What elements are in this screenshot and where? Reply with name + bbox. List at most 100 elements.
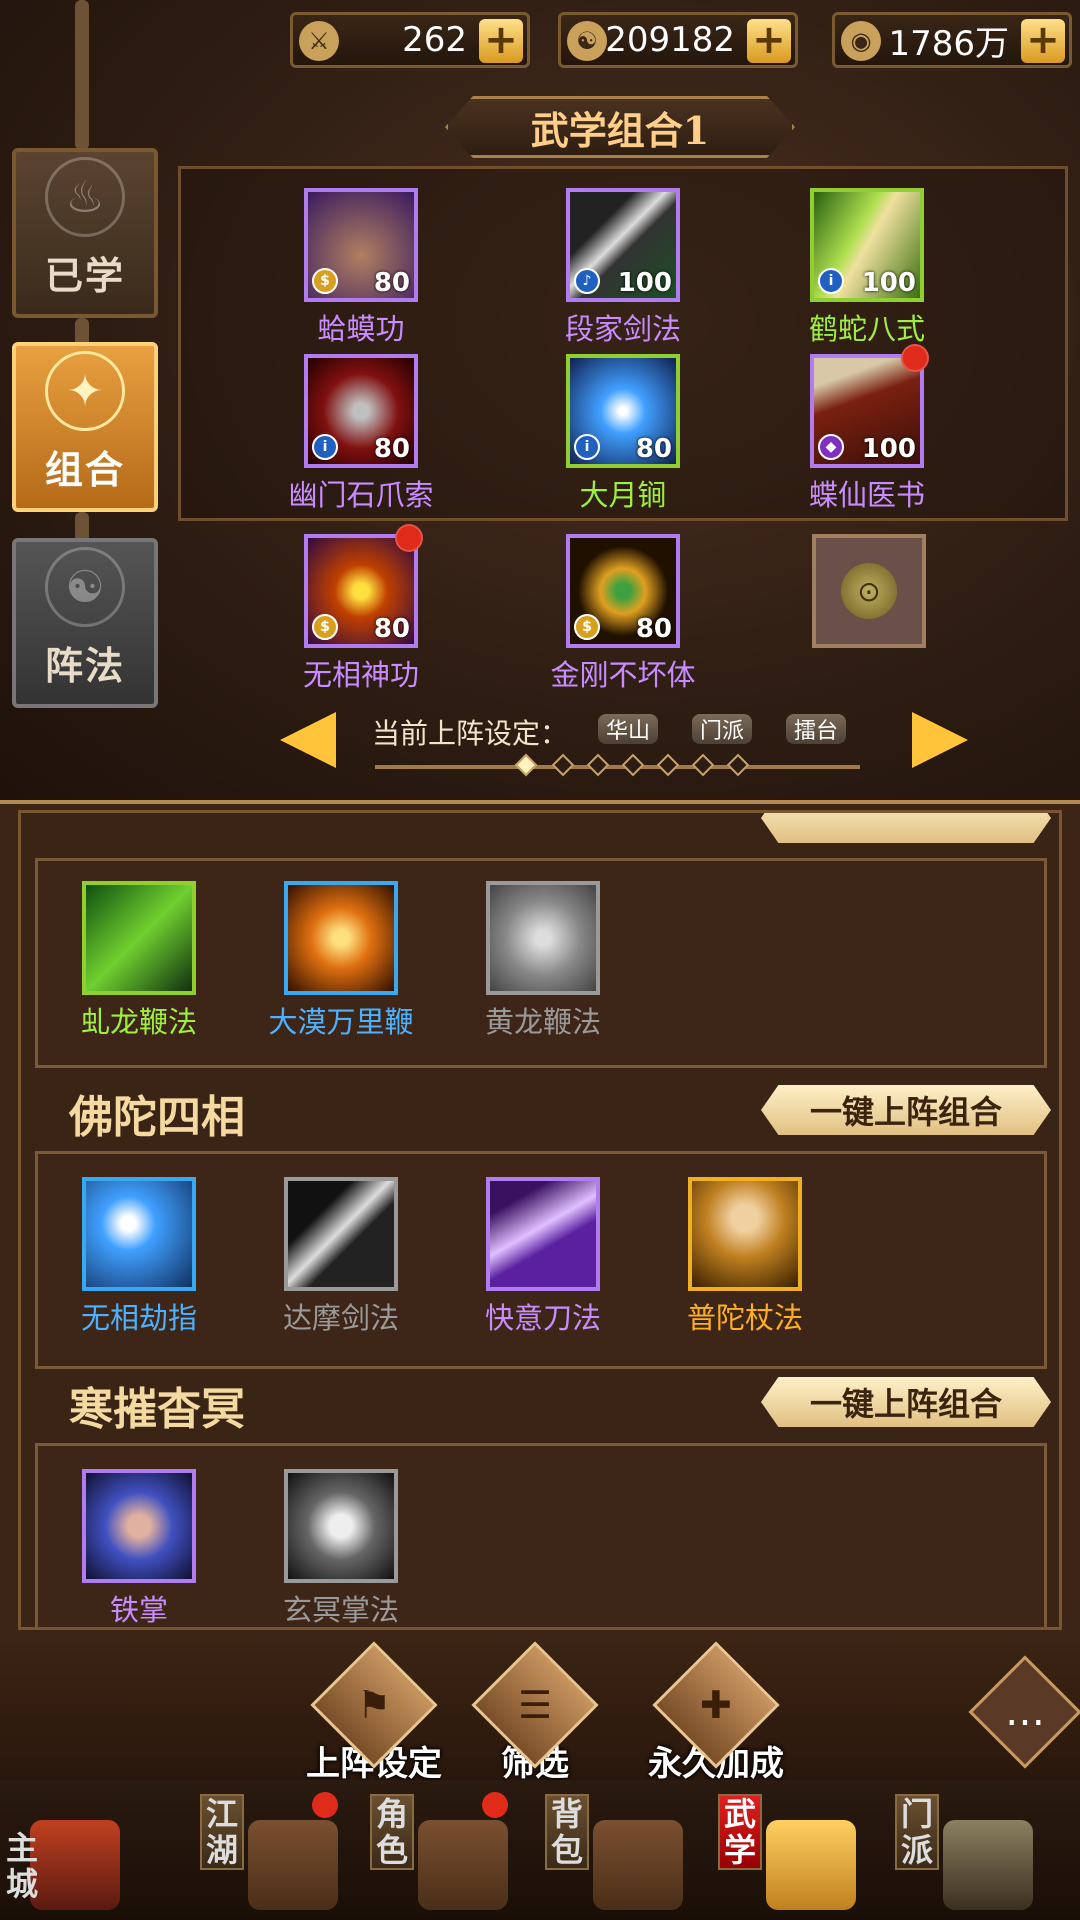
iron-palm-icon <box>86 1473 192 1579</box>
filter-icon: ☰ <box>517 1682 553 1727</box>
nav-label: 角色 <box>370 1794 414 1870</box>
deploy-settings-button[interactable]: ⚑ 上阵设定 <box>306 1641 442 1785</box>
chain-whip-icon <box>86 885 192 991</box>
group-skill[interactable]: 虬龙鞭法 <box>39 881 239 1041</box>
deploy-chip: 擂台 <box>786 714 847 744</box>
group-skill[interactable]: 黄龙鞭法 <box>443 881 643 1041</box>
group-skill[interactable]: 无相劫指 <box>39 1177 239 1337</box>
equipped-skill[interactable]: $80 金刚不坏体 <box>523 534 723 694</box>
gray-whip-icon <box>490 885 596 991</box>
lock-icon: ⊙ <box>841 563 897 619</box>
nav-label: 门派 <box>895 1794 939 1870</box>
skill-level: 80 <box>635 434 672 464</box>
scroll-glow-icon: ✦ <box>45 351 125 431</box>
info-mark-icon: i <box>312 434 338 460</box>
page-indicator <box>375 753 860 777</box>
nav-label: 背包 <box>545 1794 589 1870</box>
group-skill[interactable]: 达摩剑法 <box>241 1177 441 1337</box>
skill-name: 达摩剑法 <box>282 1301 399 1335</box>
coin-mark-icon: $ <box>312 614 338 640</box>
next-combo-arrow-icon[interactable] <box>912 712 968 768</box>
currency-value: 1786万 <box>888 23 1009 64</box>
group-skill[interactable]: 普陀杖法 <box>645 1177 845 1337</box>
skill-name: 鹤蛇八式 <box>808 312 925 346</box>
equipped-skill[interactable]: i 80 幽门石爪索 <box>261 354 461 514</box>
deploy-chip: 门派 <box>692 714 753 744</box>
equipped-skill[interactable]: i 100 鹤蛇八式 <box>767 188 967 348</box>
tab-learned[interactable]: ♨ 已学 <box>12 148 158 318</box>
skill-name: 虬龙鞭法 <box>80 1005 197 1039</box>
notification-dot <box>395 524 423 552</box>
nav-sect[interactable]: 门派 <box>895 1790 1045 1920</box>
group-skill[interactable]: 铁掌 <box>39 1469 239 1627</box>
nav-label: 武学 <box>718 1794 762 1870</box>
notification-dot <box>312 1792 338 1818</box>
prev-combo-arrow-icon[interactable] <box>280 712 336 768</box>
skill-level: 80 <box>373 614 410 644</box>
gray-sword-icon <box>288 1181 394 1287</box>
currency-value: 262 <box>402 20 467 60</box>
nav-bag[interactable]: 背包 <box>545 1790 695 1920</box>
add-copper-button[interactable]: + <box>1021 19 1065 63</box>
locked-slot[interactable]: ⊙ <box>812 534 926 648</box>
gray-palm-icon <box>288 1473 394 1579</box>
finger-strike-icon <box>86 1181 192 1287</box>
skill-name: 幽门石爪索 <box>288 478 434 512</box>
taiji-coin-icon: ☯ <box>567 21 607 61</box>
combo-title[interactable]: 武学组合1 <box>445 96 795 158</box>
group-title: 寒摧杳冥 <box>69 1384 245 1435</box>
group-title: 佛陀四相 <box>69 1092 245 1143</box>
add-token-button[interactable]: + <box>479 19 523 63</box>
group-skill[interactable]: 快意刀法 <box>443 1177 643 1337</box>
skill-name: 无相劫指 <box>80 1301 197 1335</box>
banner-icon <box>248 1820 338 1910</box>
equipped-skill[interactable]: $80 无相神功 <box>261 524 461 694</box>
group-skill[interactable]: 玄冥掌法 <box>241 1469 441 1627</box>
one-click-deploy-button[interactable] <box>761 813 1051 843</box>
skill-name: 无相神功 <box>302 658 419 692</box>
group-skill[interactable]: 大漠万里鞭 <box>241 881 441 1041</box>
deploy-label: 当前上阵设定： <box>372 717 569 750</box>
skill-name: 铁掌 <box>109 1593 168 1627</box>
currency-token: ⚔ 262 + <box>290 12 530 68</box>
skill-level: 80 <box>373 434 410 464</box>
notification-dot <box>901 344 929 372</box>
currency-copper: ◉ 1786万 + <box>832 12 1072 68</box>
skill-name: 蛤蟆功 <box>317 312 405 346</box>
nav-main-city[interactable]: 主城 <box>0 1790 150 1920</box>
equipped-skill[interactable]: $80 蛤蟆功 <box>261 188 461 348</box>
equipped-skill[interactable]: ♪ 100 段家剑法 <box>523 188 723 348</box>
skill-level: 80 <box>635 614 672 644</box>
coin-mark-icon: $ <box>312 268 338 294</box>
skill-level: 80 <box>373 268 410 298</box>
skill-name: 快意刀法 <box>484 1301 601 1335</box>
nav-character[interactable]: 角色 <box>370 1790 520 1920</box>
combo-list[interactable]: 虬龙鞭法 大漠万里鞭 黄龙鞭法 佛陀四相 一键上阵组合 无相劫指 达摩剑法 快意… <box>18 810 1062 1630</box>
currency-value: 209182 <box>605 20 735 60</box>
skill-level: 100 <box>861 434 916 464</box>
skill-name: 段家剑法 <box>564 312 681 346</box>
monk-staff-icon <box>692 1181 798 1287</box>
nav-jianghu[interactable]: 江湖 <box>200 1790 350 1920</box>
coin-mark-icon: $ <box>574 614 600 640</box>
skill-level: 100 <box>861 268 916 298</box>
add-taiji-button[interactable]: + <box>747 19 791 63</box>
martial-scroll-icon <box>766 1820 856 1910</box>
one-click-deploy-button[interactable]: 一键上阵组合 <box>761 1085 1051 1135</box>
bonus-icon: ✚ <box>700 1683 732 1727</box>
yinyang-icon: ☯ <box>45 547 125 627</box>
info-mark-icon: i <box>818 268 844 294</box>
tab-combo[interactable]: ✦ 组合 <box>12 342 158 512</box>
nav-martial-arts[interactable]: 武学 <box>718 1790 868 1920</box>
equipped-skill[interactable]: ◆ 100 蝶仙医书 <box>767 344 967 514</box>
scroll-hero-icon <box>418 1820 508 1910</box>
tab-formation[interactable]: ☯ 阵法 <box>12 538 158 708</box>
skill-name: 金刚不坏体 <box>550 658 696 692</box>
one-click-deploy-button[interactable]: 一键上阵组合 <box>761 1377 1051 1427</box>
permanent-bonus-button[interactable]: ✚ 永久加成 <box>648 1641 784 1785</box>
currency-taiji: ☯ 209182 + <box>558 12 798 68</box>
equipped-skill[interactable]: i 80 大月锏 <box>523 354 723 514</box>
filter-button[interactable]: ☰ 筛选 <box>471 1641 599 1785</box>
notification-dot <box>482 1792 508 1818</box>
copper-coin-icon: ◉ <box>841 21 881 61</box>
